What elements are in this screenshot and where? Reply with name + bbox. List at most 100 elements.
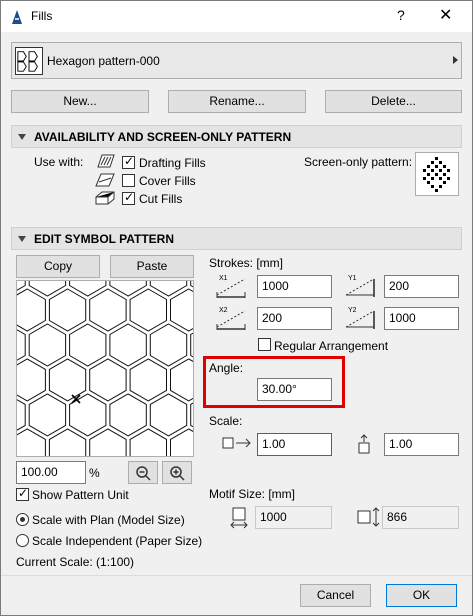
regular-arrangement-checkbox[interactable] bbox=[258, 338, 271, 351]
y2-stroke-icon: Y2 bbox=[344, 307, 380, 331]
pattern-hexagon bbox=[17, 399, 26, 431]
edit-pattern-header-text: EDIT SYMBOL PATTERN bbox=[34, 232, 175, 246]
zoom-out-icon bbox=[136, 466, 151, 481]
pattern-hexagon bbox=[190, 332, 193, 358]
delete-button[interactable]: Delete... bbox=[325, 90, 462, 113]
new-button[interactable]: New... bbox=[11, 90, 149, 113]
window-title: Fills bbox=[31, 9, 53, 23]
pattern-hexagon bbox=[17, 428, 46, 456]
collapse-triangle-icon bbox=[18, 134, 26, 140]
fills-dialog: Fills ? ✕ Hexagon pattern-000 New... Ren… bbox=[0, 0, 473, 616]
screen-only-pattern-preview[interactable] bbox=[415, 152, 459, 196]
availability-header-text: AVAILABILITY AND SCREEN-ONLY PATTERN bbox=[34, 130, 292, 144]
help-button[interactable]: ? bbox=[397, 7, 405, 23]
pattern-name: Hexagon pattern-000 bbox=[47, 54, 160, 68]
pattern-hexagon bbox=[48, 428, 87, 456]
hexagon-pattern-thumbnail-icon bbox=[15, 47, 43, 75]
stroke-x1-field[interactable]: 1000 bbox=[257, 275, 332, 298]
edit-pattern-section-header[interactable]: EDIT SYMBOL PATTERN bbox=[11, 227, 462, 250]
motif-height-icon bbox=[357, 507, 380, 527]
pattern-hexagon bbox=[129, 358, 167, 402]
pattern-hexagon bbox=[28, 323, 67, 367]
cut-fills-checkbox[interactable] bbox=[122, 190, 135, 205]
drafting-fills-label: Drafting Fills bbox=[139, 156, 206, 170]
pattern-hexagon bbox=[28, 393, 67, 437]
scale-x-field[interactable]: 1.00 bbox=[257, 433, 332, 456]
zoom-in-icon bbox=[170, 466, 185, 481]
stroke-y2-field[interactable]: 1000 bbox=[384, 307, 459, 330]
motif-width-field: 1000 bbox=[255, 506, 332, 529]
current-scale-text: Current Scale: (1:100) bbox=[16, 555, 135, 569]
stroke-y1-field[interactable]: 200 bbox=[384, 275, 459, 298]
pattern-hexagon bbox=[17, 288, 46, 332]
scale-label: Scale: bbox=[209, 414, 243, 428]
drafting-fills-checkbox[interactable] bbox=[122, 154, 135, 169]
y2-icon-label: Y2 bbox=[348, 307, 357, 314]
pattern-hexagon bbox=[69, 323, 107, 367]
pattern-hexagon bbox=[129, 428, 167, 456]
stroke-x2-field[interactable]: 200 bbox=[257, 307, 332, 330]
archicad-app-icon bbox=[12, 10, 22, 24]
show-pattern-unit-label: Show Pattern Unit bbox=[32, 488, 129, 502]
cover-fills-checkbox[interactable] bbox=[122, 174, 135, 187]
x1-stroke-icon: X1 bbox=[215, 275, 251, 299]
zoom-in-button[interactable] bbox=[162, 461, 192, 484]
pattern-hexagon bbox=[170, 358, 193, 402]
show-pattern-unit-checkbox[interactable] bbox=[16, 486, 29, 501]
cancel-button[interactable]: Cancel bbox=[300, 584, 371, 607]
strokes-label: Strokes: [mm] bbox=[209, 256, 284, 270]
angle-label: Angle: bbox=[209, 361, 244, 375]
pattern-hexagon bbox=[149, 323, 188, 367]
pattern-editor-canvas[interactable] bbox=[16, 280, 194, 457]
dropdown-arrow-icon bbox=[453, 56, 458, 64]
angle-field[interactable]: 30.00° bbox=[257, 378, 332, 401]
pattern-hexagon bbox=[129, 288, 167, 332]
pattern-hexagon bbox=[190, 402, 193, 428]
vertical-scale-icon bbox=[358, 434, 370, 454]
horizontal-scale-icon bbox=[222, 437, 251, 449]
screen-only-pattern-label: Screen-only pattern: bbox=[304, 155, 413, 169]
paste-button[interactable]: Paste bbox=[110, 255, 194, 278]
scale-independent-label: Scale Independent (Paper Size) bbox=[32, 534, 203, 548]
pattern-hexagon bbox=[48, 288, 87, 332]
rename-button[interactable]: Rename... bbox=[168, 90, 306, 113]
pattern-hexagon bbox=[109, 393, 147, 437]
regular-arrangement-label: Regular Arrangement bbox=[274, 339, 389, 353]
use-with-label: Use with: bbox=[34, 155, 84, 169]
motif-size-label: Motif Size: [mm] bbox=[209, 487, 296, 501]
copy-button[interactable]: Copy bbox=[16, 255, 100, 278]
pattern-hexagon bbox=[89, 428, 127, 456]
scale-independent-radio[interactable] bbox=[16, 534, 29, 547]
x2-stroke-icon: X2 bbox=[215, 307, 251, 331]
scale-with-plan-radio[interactable] bbox=[16, 513, 29, 526]
pattern-hexagon bbox=[89, 288, 127, 332]
cover-fills-label: Cover Fills bbox=[139, 174, 196, 188]
cover-fill-icon bbox=[95, 173, 115, 187]
cut-fill-icon bbox=[95, 191, 115, 205]
ok-button[interactable]: OK bbox=[386, 584, 457, 607]
cut-fills-label: Cut Fills bbox=[139, 192, 183, 206]
zoom-field[interactable]: 100.00 bbox=[16, 461, 86, 484]
zoom-out-button[interactable] bbox=[128, 461, 158, 484]
motif-height-field: 866 bbox=[382, 506, 459, 529]
pattern-dropdown[interactable]: Hexagon pattern-000 bbox=[11, 42, 462, 79]
close-button[interactable]: ✕ bbox=[439, 5, 452, 25]
pattern-hexagon bbox=[48, 358, 87, 402]
pattern-hexagon bbox=[170, 288, 193, 332]
x1-icon-label: X1 bbox=[219, 275, 228, 282]
hexagon-pattern-preview bbox=[17, 281, 193, 456]
scale-y-field[interactable]: 1.00 bbox=[384, 433, 459, 456]
drafting-fill-icon bbox=[97, 154, 115, 168]
title-bar: Fills ? ✕ bbox=[1, 1, 472, 32]
pattern-hexagon bbox=[89, 358, 127, 402]
footer-divider bbox=[1, 575, 472, 576]
collapse-triangle-icon bbox=[18, 236, 26, 242]
pattern-hexagon bbox=[17, 329, 26, 361]
screen-pattern-icon bbox=[423, 157, 450, 192]
pattern-hexagon bbox=[149, 393, 188, 437]
pattern-hexagon bbox=[109, 323, 147, 367]
scale-with-plan-label: Scale with Plan (Model Size) bbox=[32, 513, 185, 527]
y1-stroke-icon: Y1 bbox=[344, 275, 380, 299]
motif-width-icon bbox=[230, 507, 248, 529]
availability-section-header[interactable]: AVAILABILITY AND SCREEN-ONLY PATTERN bbox=[11, 125, 462, 148]
